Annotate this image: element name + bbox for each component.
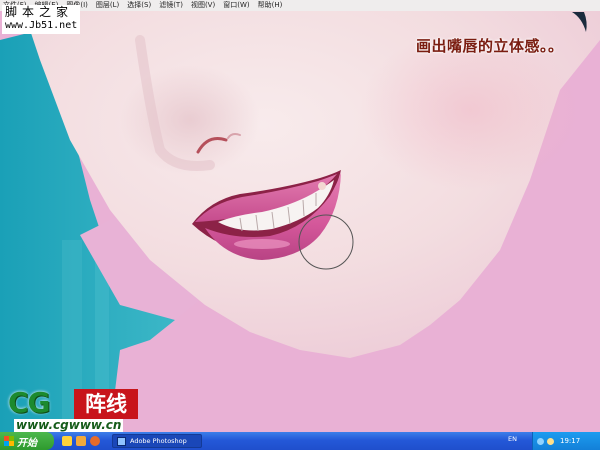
cg-logo: CG 阵线 www.cgwww.cn	[8, 386, 138, 432]
menu-layer[interactable]: 图层(L)	[93, 0, 124, 11]
taskbar-photoshop-button[interactable]: Adobe Photoshop	[112, 434, 202, 448]
menu-bar: 文件(F) 编辑(E) 图像(I) 图层(L) 选择(S) 滤镜(T) 视图(V…	[0, 0, 600, 11]
site-url: www.Jb51.net	[5, 20, 78, 31]
taskbar-photoshop-label: Adobe Photoshop	[130, 437, 187, 445]
start-button[interactable]: 开始	[0, 432, 54, 450]
clock: 19:17	[560, 437, 581, 445]
start-label: 开始	[17, 437, 37, 449]
ie-icon[interactable]	[62, 436, 72, 446]
logo-url: www.cgwww.cn	[14, 418, 124, 432]
logo-tagline: 阵线	[74, 389, 138, 419]
tutorial-caption: 画出嘴唇的立体感。。	[416, 37, 564, 55]
menu-filter[interactable]: 滤镜(T)	[156, 0, 188, 11]
site-name: 脚本之家	[5, 5, 74, 19]
network-icon[interactable]	[537, 437, 544, 445]
canvas-artwork	[0, 0, 600, 432]
quick-launch	[62, 436, 100, 446]
folder-icon[interactable]	[76, 436, 86, 446]
nose-shadow	[120, 65, 260, 175]
site-watermark: 脚本之家 www.Jb51.net	[2, 5, 81, 34]
menu-help[interactable]: 帮助(H)	[255, 0, 288, 11]
volume-icon[interactable]	[547, 437, 554, 445]
windows-flag-icon	[4, 436, 14, 446]
media-icon[interactable]	[90, 436, 100, 446]
photoshop-workspace: 文件(F) 编辑(E) 图像(I) 图层(L) 选择(S) 滤镜(T) 视图(V…	[0, 0, 600, 450]
menu-view[interactable]: 视图(V)	[188, 0, 220, 11]
menu-window[interactable]: 窗口(W)	[220, 0, 254, 11]
menu-select[interactable]: 选择(S)	[124, 0, 156, 11]
system-tray: 19:17	[532, 432, 600, 450]
photoshop-icon	[117, 436, 126, 446]
logo-letters: CG	[8, 386, 51, 419]
language-indicator[interactable]: EN	[508, 435, 517, 443]
